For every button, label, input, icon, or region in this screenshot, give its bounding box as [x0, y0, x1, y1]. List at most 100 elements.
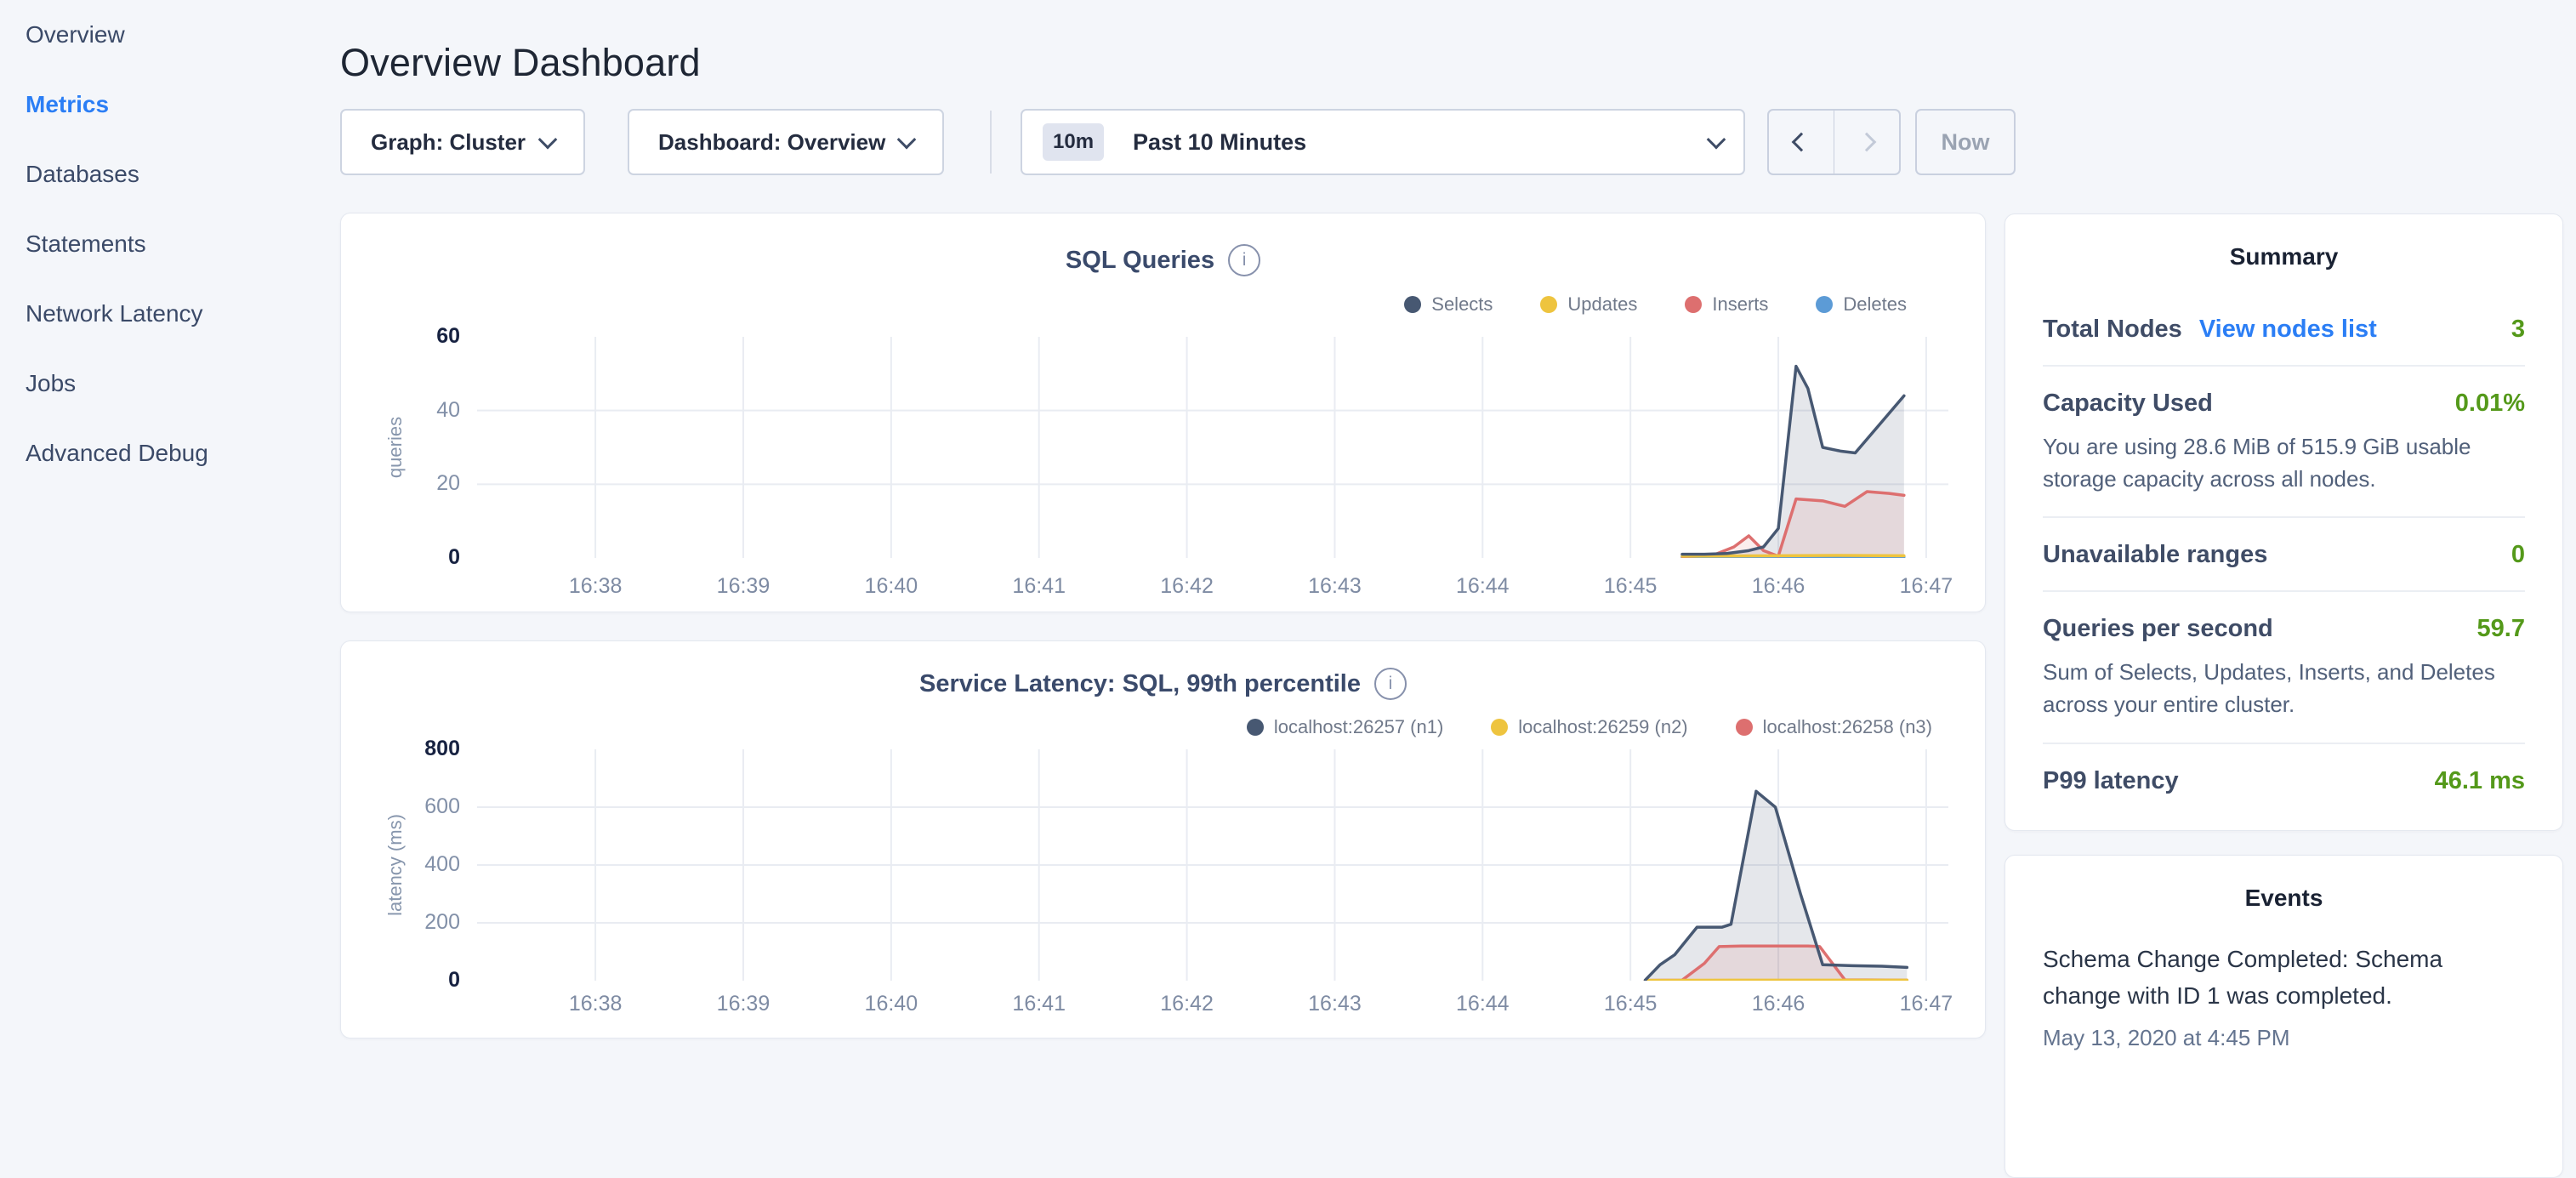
- y-tick-label: 200: [358, 910, 460, 935]
- prev-time-button[interactable]: [1767, 109, 1834, 175]
- legend-label: Inserts: [1712, 293, 1768, 316]
- page-title: Overview Dashboard: [340, 41, 701, 85]
- x-tick-label: 16:47: [1867, 992, 1986, 1016]
- time-window-label: Past 10 Minutes: [1133, 129, 1709, 156]
- sidebar-item-jobs[interactable]: Jobs: [0, 349, 340, 418]
- summary-row-p99-latency: P99 latency 46.1 ms: [2043, 744, 2525, 817]
- controls-divider: [990, 111, 992, 174]
- x-tick-label: 16:43: [1275, 992, 1394, 1016]
- sidebar-item-statements[interactable]: Statements: [0, 209, 340, 279]
- x-tick-label: 16:42: [1128, 574, 1247, 599]
- x-tick-label: 16:40: [832, 574, 951, 599]
- legend-label: localhost:26257 (n1): [1274, 716, 1443, 738]
- legend-item-localhost-26257-n1[interactable]: localhost:26257 (n1): [1247, 716, 1443, 738]
- x-tick-label: 16:40: [832, 992, 951, 1016]
- legend-dot-icon: [1685, 296, 1702, 313]
- x-axis-ticks: 16:3816:3916:4016:4116:4216:4316:4416:45…: [477, 574, 1948, 608]
- x-tick-label: 16:38: [536, 992, 655, 1016]
- legend-label: localhost:26259 (n2): [1518, 716, 1687, 738]
- sidebar-item-overview[interactable]: Overview: [0, 0, 340, 70]
- view-nodes-link[interactable]: View nodes list: [2199, 316, 2377, 344]
- events-panel: Events Schema Change Completed: Schema c…: [2005, 855, 2563, 1178]
- y-tick-label: 60: [358, 324, 460, 349]
- chart-legend: Selects Updates Inserts Deletes: [1404, 293, 1907, 316]
- next-time-button[interactable]: [1834, 109, 1901, 175]
- x-tick-label: 16:39: [684, 992, 803, 1016]
- x-axis-ticks: 16:38 16:39 16:40 16:41 16:42 16:43 16:44 16:45…: [477, 992, 1948, 1026]
- legend-item-inserts[interactable]: Inserts: [1685, 293, 1768, 316]
- legend-item-localhost-26258-n3[interactable]: localhost:26258 (n3): [1736, 716, 1932, 738]
- service-latency-chart: Service Latency: SQL, 99th percentile i …: [340, 640, 1986, 1039]
- x-tick-label: 16:46: [1719, 574, 1838, 599]
- summary-row-unavailable-ranges: Unavailable ranges 0: [2043, 518, 2525, 592]
- x-tick-label: 16:45: [1571, 992, 1690, 1016]
- summary-row-label: Total Nodes: [2043, 316, 2182, 344]
- x-tick-label: 16:47: [1867, 574, 1986, 599]
- info-icon[interactable]: i: [1228, 244, 1260, 276]
- summary-row-label: Capacity Used: [2043, 390, 2213, 418]
- legend-dot-icon: [1540, 296, 1557, 313]
- legend-label: Selects: [1431, 293, 1493, 316]
- summary-row-value: 46.1 ms: [2435, 767, 2525, 795]
- legend-dot-icon: [1404, 296, 1421, 313]
- summary-row-value: 0: [2511, 541, 2525, 569]
- summary-row-label: Unavailable ranges: [2043, 541, 2267, 569]
- legend-label: Deletes: [1843, 293, 1907, 316]
- summary-row-value: 0.01%: [2455, 390, 2525, 418]
- dashboard-dropdown[interactable]: Dashboard: Overview: [628, 109, 944, 175]
- chevron-right-icon: [1857, 133, 1877, 152]
- legend-item-updates[interactable]: Updates: [1540, 293, 1637, 316]
- summary-panel: Summary Total NodesView nodes list3Capac…: [2005, 213, 2563, 831]
- now-button[interactable]: Now: [1915, 109, 2016, 175]
- x-tick-label: 16:44: [1423, 574, 1542, 599]
- summary-row-label: Queries per second: [2043, 615, 2273, 643]
- sql-queries-plot-area[interactable]: [477, 337, 1948, 558]
- chevron-down-icon: [538, 130, 558, 150]
- x-tick-label: 16:41: [980, 574, 1099, 599]
- chart-title: SQL Queries: [1066, 247, 1214, 275]
- x-tick-label: 16:46: [1719, 992, 1838, 1016]
- x-tick-label: 16:44: [1423, 992, 1542, 1016]
- x-tick-label: 16:43: [1275, 574, 1394, 599]
- summary-row-label: P99 latency: [2043, 767, 2179, 795]
- y-tick-label: 40: [358, 398, 460, 423]
- x-tick-label: 16:39: [684, 574, 803, 599]
- events-title: Events: [2005, 885, 2562, 912]
- summary-row-queries-per-second: Queries per second59.7Sum of Selects, Up…: [2043, 592, 2525, 743]
- legend-label: localhost:26258 (n3): [1763, 716, 1932, 738]
- info-icon[interactable]: i: [1374, 668, 1407, 700]
- y-tick-label: 20: [358, 471, 460, 496]
- sidebar-item-advanced-debug[interactable]: Advanced Debug: [0, 418, 340, 488]
- x-tick-label: 16:41: [980, 992, 1099, 1016]
- y-axis-ticks: 0 20 40 60: [358, 213, 460, 612]
- legend-dot-icon: [1247, 719, 1264, 736]
- legend-item-selects[interactable]: Selects: [1404, 293, 1493, 316]
- controls-bar: Graph: Cluster Dashboard: Overview 10m P…: [0, 109, 2576, 175]
- graph-type-dropdown[interactable]: Graph: Cluster: [340, 109, 585, 175]
- summary-row-total-nodes: Total Nodes View nodes list 3: [2043, 293, 2525, 367]
- legend-item-localhost-26259-n2[interactable]: localhost:26259 (n2): [1491, 716, 1687, 738]
- chart-legend: localhost:26257 (n1) localhost:26259 (n2)…: [1247, 716, 1932, 738]
- y-axis-ticks: 0200400600800: [358, 641, 460, 1038]
- sidebar-item-network-latency[interactable]: Network Latency: [0, 279, 340, 349]
- chart-title: Service Latency: SQL, 99th percentile: [919, 670, 1361, 698]
- y-tick-label: 0: [358, 968, 460, 993]
- legend-dot-icon: [1816, 296, 1833, 313]
- y-tick-label: 800: [358, 737, 460, 761]
- x-tick-label: 16:42: [1128, 992, 1247, 1016]
- summary-row-capacity-used: Capacity Used 0.01% You are using 28.6 MiB…: [2043, 367, 2525, 518]
- summary-row-value: 3: [2511, 316, 2525, 344]
- y-tick-label: 0: [358, 545, 460, 570]
- dashboard-dropdown-label: Dashboard: Overview: [658, 129, 885, 156]
- sql-queries-chart: SQL Queries i Selects Updates Inserts Delet…: [340, 213, 1986, 612]
- legend-dot-icon: [1736, 719, 1753, 736]
- service-latency-plot-area[interactable]: [477, 749, 1948, 981]
- time-window-selector[interactable]: 10m Past 10 Minutes: [1021, 109, 1745, 175]
- chevron-down-icon: [1707, 130, 1726, 150]
- summary-row-subtext: You are using 28.6 MiB of 515.9 GiB usab…: [2043, 431, 2525, 495]
- legend-dot-icon: [1491, 719, 1508, 736]
- x-tick-label: 16:45: [1571, 574, 1690, 599]
- graph-type-dropdown-label: Graph: Cluster: [371, 129, 526, 156]
- legend-item-deletes[interactable]: Deletes: [1816, 293, 1907, 316]
- y-tick-label: 600: [358, 794, 460, 819]
